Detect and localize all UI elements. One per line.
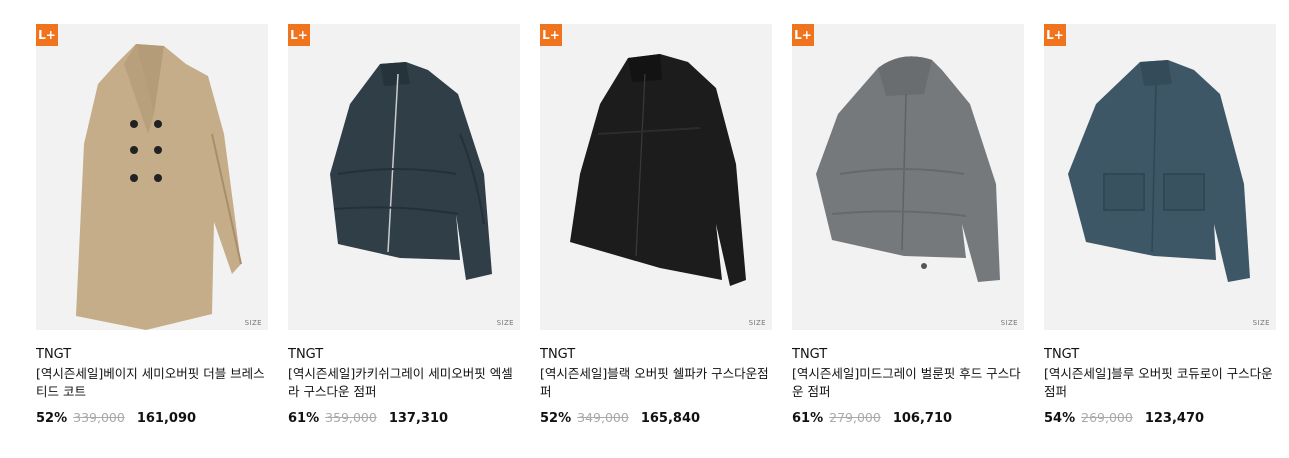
product-brand[interactable]: TNGT	[540, 347, 772, 362]
product-price: 52% 339,000 161,090	[36, 410, 268, 426]
size-label[interactable]: SIZE	[1253, 319, 1270, 327]
product-title[interactable]: [역시즌세일]블랙 오버핏 쉘파카 구스다운점퍼	[540, 365, 772, 401]
product-brand[interactable]: TNGT	[792, 347, 1024, 362]
original-price: 279,000	[829, 410, 881, 425]
discount-rate: 54%	[1044, 411, 1076, 426]
sale-price: 165,840	[640, 411, 701, 426]
blue-corduroy-jacket-image	[1068, 60, 1250, 282]
size-label[interactable]: SIZE	[749, 319, 766, 327]
discount-rate: 61%	[792, 411, 824, 426]
product-grid: L+ SIZE TNGT [역시즌세일]베이지 세미오버핏 더블 브레스티드 코…	[0, 0, 1289, 458]
product-price: 61% 359,000 137,310	[288, 410, 520, 426]
original-price: 269,000	[1081, 410, 1133, 425]
lplus-badge-icon: L+	[36, 24, 58, 46]
product-title[interactable]: [역시즌세일]블루 오버핏 코듀로이 구스다운 점퍼	[1044, 365, 1276, 401]
product-price: 61% 279,000 106,710	[792, 410, 1024, 426]
discount-rate: 52%	[540, 411, 572, 426]
product-card[interactable]: L+ SIZE TNGT [역시즌세일]카키쉬그레이 세미오버핏 엑셀라 구스다…	[288, 24, 520, 426]
original-price: 359,000	[325, 410, 377, 425]
lplus-badge-icon: L+	[540, 24, 562, 46]
sale-price: 161,090	[136, 411, 197, 426]
product-title[interactable]: [역시즌세일]카키쉬그레이 세미오버핏 엑셀라 구스다운 점퍼	[288, 365, 520, 401]
product-title[interactable]: [역시즌세일]베이지 세미오버핏 더블 브레스티드 코트	[36, 365, 268, 401]
product-card[interactable]: L+ SIZE TNGT [역시즌세일]블루 오버핏 코듀로이 구스다운 점퍼 …	[1044, 24, 1276, 426]
discount-rate: 61%	[288, 411, 320, 426]
size-label[interactable]: SIZE	[1001, 319, 1018, 327]
beige-coat-image	[76, 44, 242, 330]
lplus-badge-icon: L+	[792, 24, 814, 46]
product-price: 52% 349,000 165,840	[540, 410, 772, 426]
sale-price: 137,310	[388, 411, 449, 426]
sale-price: 123,470	[1144, 411, 1205, 426]
product-card[interactable]: L+ SIZE TNGT [역시즌세일]베이지 세미오버핏 더블 브레스티드 코…	[36, 24, 268, 426]
product-image[interactable]: L+ SIZE	[540, 24, 772, 330]
navy-puffer-image	[330, 62, 492, 280]
size-label[interactable]: SIZE	[245, 319, 262, 327]
lplus-badge-icon: L+	[1044, 24, 1066, 46]
product-image[interactable]: L+ SIZE	[1044, 24, 1276, 330]
product-image[interactable]: L+ SIZE	[36, 24, 268, 330]
product-brand[interactable]: TNGT	[36, 347, 268, 362]
product-title[interactable]: [역시즌세일]미드그레이 벌룬핏 후드 구스다운 점퍼	[792, 365, 1024, 401]
product-card[interactable]: L+ SIZE TNGT [역시즌세일]블랙 오버핏 쉘파카 구스다운점퍼 52…	[540, 24, 772, 426]
product-price: 54% 269,000 123,470	[1044, 410, 1276, 426]
discount-rate: 52%	[36, 411, 68, 426]
product-card[interactable]: L+ SIZE TNGT [역시즌세일]미드그레이 벌룬핏 후드 구스다운 점퍼…	[792, 24, 1024, 426]
size-label[interactable]: SIZE	[497, 319, 514, 327]
sale-price: 106,710	[892, 411, 953, 426]
product-image[interactable]: L+ SIZE	[792, 24, 1024, 330]
lplus-badge-icon: L+	[288, 24, 310, 46]
original-price: 349,000	[577, 410, 629, 425]
black-parka-image	[570, 54, 746, 286]
product-image[interactable]: L+ SIZE	[288, 24, 520, 330]
original-price: 339,000	[73, 410, 125, 425]
product-brand[interactable]: TNGT	[288, 347, 520, 362]
product-brand[interactable]: TNGT	[1044, 347, 1276, 362]
grey-hooded-puffer-image	[816, 56, 1000, 282]
